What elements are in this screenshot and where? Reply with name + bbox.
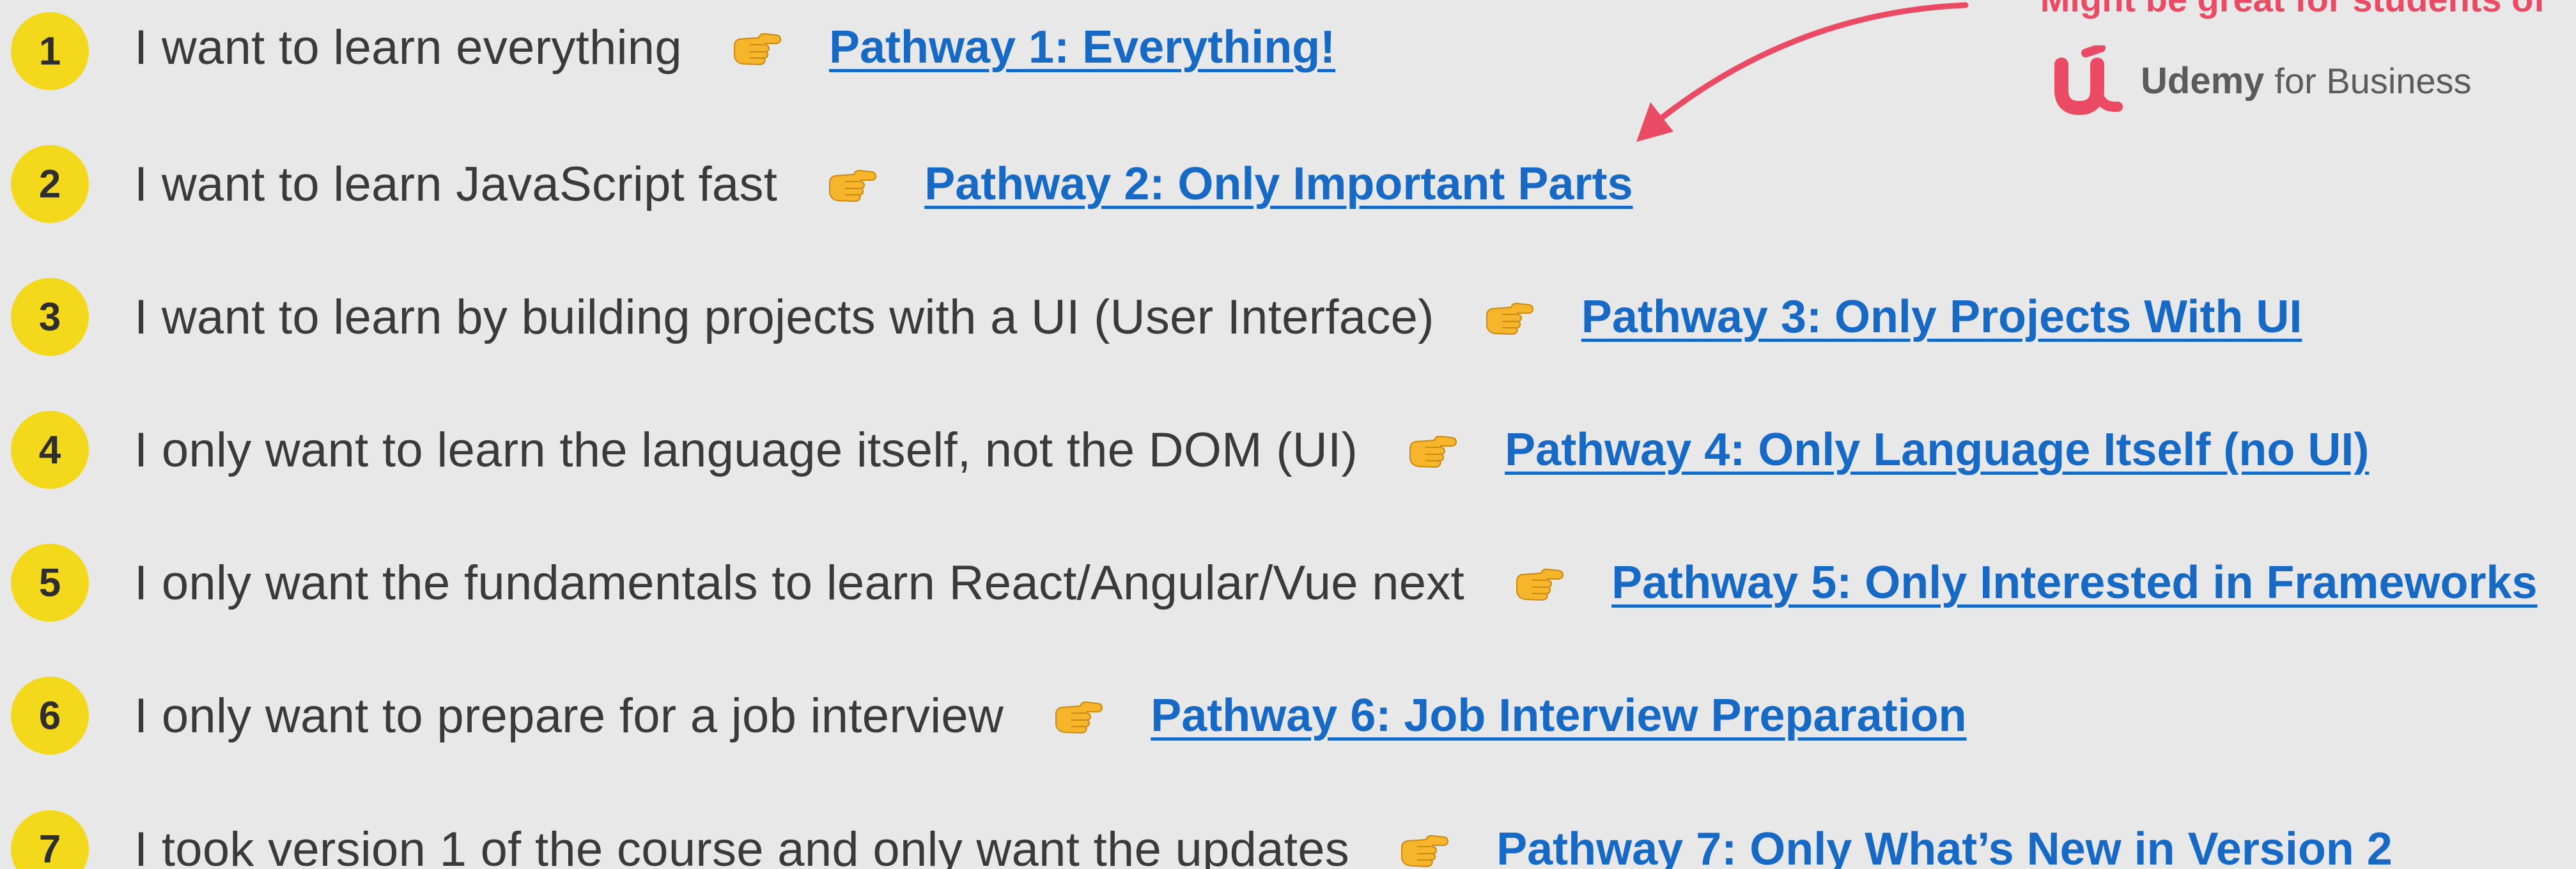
row-description: I only want the fundamentals to learn Re… <box>134 555 1465 610</box>
pathway-row-6: 6 I only want to prepare for a job inter… <box>0 665 2576 767</box>
pointing-right-hand-icon <box>1052 696 1103 735</box>
pathway-link[interactable]: Pathway 4: Only Language Itself (no UI) <box>1505 424 2369 476</box>
row-description: I only want to prepare for a job intervi… <box>134 688 1004 743</box>
row-description: I want to learn by building projects wit… <box>134 289 1434 344</box>
pathway-row-5: 5 I only want the fundamentals to learn … <box>0 532 2576 634</box>
pointing-right-hand-icon <box>1398 830 1449 868</box>
step-number-badge: 6 <box>11 677 89 755</box>
step-number-badge: 4 <box>11 411 89 489</box>
row-content: I only want to prepare for a job intervi… <box>134 665 1967 767</box>
pathway-row-3: 3 I want to learn by building projects w… <box>0 266 2576 368</box>
step-number-badge: 5 <box>11 544 89 622</box>
udemy-logo-icon <box>2054 45 2123 116</box>
row-description: I took version 1 of the course and only … <box>134 822 1350 869</box>
step-number-badge: 7 <box>11 810 89 869</box>
pathway-link[interactable]: Pathway 5: Only Interested in Frameworks <box>1611 557 2537 609</box>
pointing-right-hand-icon <box>731 28 782 66</box>
pathway-row-7: 7 I took version 1 of the course and onl… <box>0 792 2576 869</box>
pathway-link[interactable]: Pathway 2: Only Important Parts <box>924 158 1633 210</box>
step-number-badge: 2 <box>11 145 89 223</box>
step-number-badge: 1 <box>11 12 89 90</box>
udemy-logo-word: Udemy <box>2141 59 2265 102</box>
udemy-for-business-logo: Udemy for Business <box>2049 42 2472 119</box>
pointing-right-hand-icon <box>1406 431 1457 469</box>
pathway-link[interactable]: Pathway 6: Job Interview Preparation <box>1151 689 1966 742</box>
pointing-right-hand-icon <box>826 165 877 203</box>
udemy-business-note: Might be great for students of <box>2040 0 2545 20</box>
udemy-logo-suffix: for Business <box>2274 60 2472 101</box>
row-content: I only want to learn the language itself… <box>134 399 2369 501</box>
row-content: I only want the fundamentals to learn Re… <box>134 532 2538 634</box>
pathway-row-4: 4 I only want to learn the language itse… <box>0 399 2576 501</box>
pathway-link[interactable]: Pathway 3: Only Projects With UI <box>1581 291 2302 343</box>
pathway-link[interactable]: Pathway 1: Everything! <box>829 21 1335 73</box>
step-number-badge: 3 <box>11 278 89 356</box>
row-description: I want to learn everything <box>134 20 682 75</box>
row-content: I want to learn everything Pathway 1: Ev… <box>134 0 1335 98</box>
row-description: I want to learn JavaScript fast <box>134 157 778 211</box>
row-content: I want to learn by building projects wit… <box>134 266 2302 368</box>
curved-arrow-icon <box>1636 2 1969 142</box>
row-content: I took version 1 of the course and only … <box>134 798 2393 869</box>
row-description: I only want to learn the language itself… <box>134 422 1358 477</box>
pointing-right-hand-icon <box>1513 564 1564 602</box>
pointing-right-hand-icon <box>1483 298 1534 336</box>
pathway-link[interactable]: Pathway 7: Only What’s New in Version 2 <box>1496 823 2393 869</box>
row-content: I want to learn JavaScript fast Pathway … <box>134 133 1633 235</box>
pathway-row-2: 2 I want to learn JavaScript fast Pathwa… <box>0 133 2576 235</box>
